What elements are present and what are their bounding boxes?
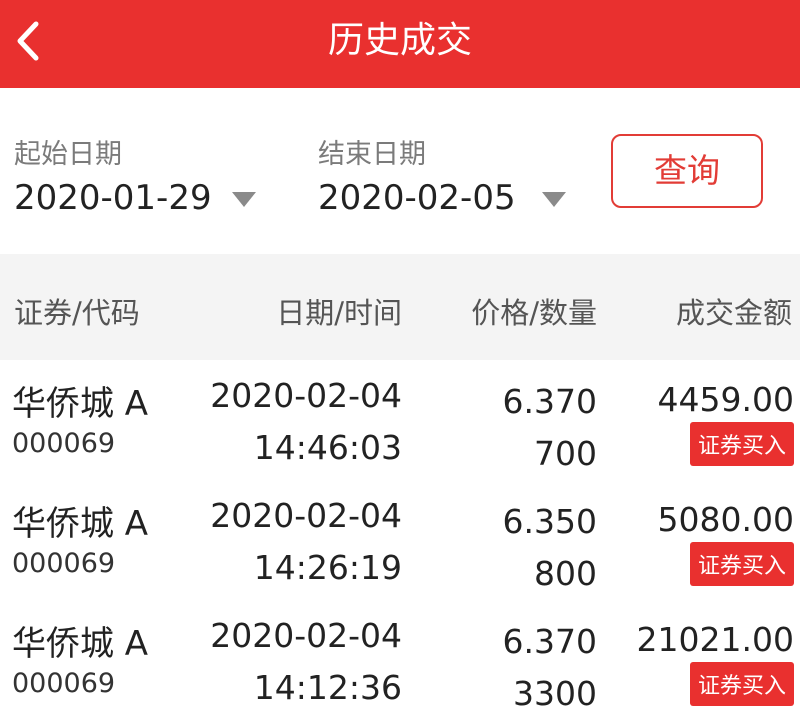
table-row[interactable]: 华侨城 A 000069 2020-02-04 14:12:36 6.370 3…: [0, 604, 800, 724]
start-date-label: 起始日期: [14, 139, 122, 170]
column-header-datetime: 日期/时间: [276, 296, 402, 330]
trade-amount: 4459.00: [657, 380, 794, 419]
start-date-value[interactable]: 2020-01-29: [14, 178, 212, 218]
security-code: 000069: [12, 668, 116, 699]
trade-date: 2020-02-04: [210, 376, 402, 415]
trade-price: 6.370: [502, 382, 597, 421]
table-row[interactable]: 华侨城 A 000069 2020-02-04 14:26:19 6.350 8…: [0, 484, 800, 604]
trade-quantity: 700: [534, 434, 597, 473]
column-header-price-qty: 价格/数量: [471, 296, 597, 330]
query-button[interactable]: 查询: [611, 134, 763, 208]
start-date-dropdown-icon[interactable]: [232, 192, 256, 207]
security-name: 华侨城 A: [12, 624, 149, 664]
trade-type-badge: 证券买入: [689, 542, 794, 586]
trade-time: 14:46:03: [253, 428, 402, 467]
page-title: 历史成交: [327, 20, 472, 61]
trade-price: 6.350: [502, 502, 597, 541]
trade-date: 2020-02-04: [210, 496, 402, 535]
security-name: 华侨城 A: [12, 504, 149, 544]
security-code: 000069: [12, 428, 116, 459]
trade-quantity: 800: [534, 554, 597, 593]
column-header-amount: 成交金额: [675, 296, 792, 330]
table-header: 证券/代码 日期/时间 价格/数量 成交金额: [0, 254, 800, 360]
trade-amount: 5080.00: [657, 500, 794, 539]
trade-amount: 21021.00: [636, 620, 794, 659]
security-code: 000069: [12, 548, 116, 579]
column-header-security: 证券/代码: [14, 296, 140, 330]
security-name: 华侨城 A: [12, 384, 149, 424]
table-row[interactable]: 华侨城 A 000069 2020-02-04 14:46:03 6.370 7…: [0, 364, 800, 484]
date-filter: 起始日期 2020-01-29 结束日期 2020-02-05 查询: [0, 88, 800, 254]
trade-type-badge: 证券买入: [689, 662, 794, 706]
trade-price: 6.370: [502, 622, 597, 661]
trade-date: 2020-02-04: [210, 616, 402, 655]
app-header: 历史成交: [0, 0, 800, 88]
trade-time: 14:26:19: [253, 548, 402, 587]
trade-time: 14:12:36: [253, 668, 402, 707]
end-date-value[interactable]: 2020-02-05: [318, 178, 516, 218]
end-date-label: 结束日期: [318, 139, 426, 170]
end-date-dropdown-icon[interactable]: [542, 192, 566, 207]
trade-type-badge: 证券买入: [689, 422, 794, 466]
trade-quantity: 3300: [513, 674, 597, 713]
